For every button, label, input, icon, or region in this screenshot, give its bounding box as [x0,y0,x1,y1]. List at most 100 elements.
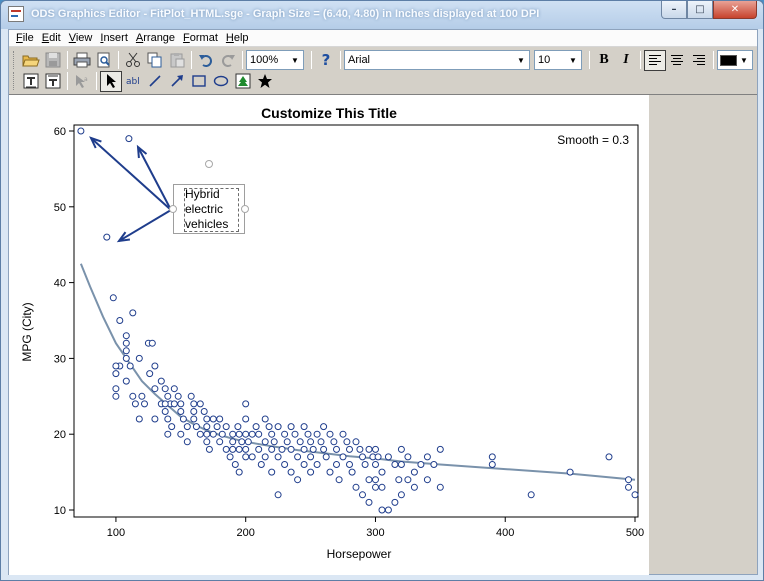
text-tool-icon[interactable]: abl [122,71,144,92]
app-icon[interactable] [8,6,24,22]
font-size-select[interactable]: 10 ▼ [534,50,582,70]
main-toolbar: 100% ▼ ? Arial ▼ 10 ▼ B I ▼ [9,48,757,72]
data-point [326,468,334,476]
menu-file[interactable]: File [12,32,38,44]
data-point [242,430,250,438]
maximize-button[interactable]: □ [687,1,713,19]
bold-button[interactable]: B [593,50,615,71]
image-tool-icon[interactable] [232,71,254,92]
data-point [131,400,139,408]
folder-open-icon[interactable] [20,50,42,71]
undo-icon[interactable] [195,50,217,71]
save-icon[interactable] [42,50,64,71]
app-window: ODS Graphics Editor - FitPlot_HTML.sge -… [0,0,764,581]
align-center-icon[interactable] [666,50,688,71]
workspace: 100 200 300 400 500 10 20 30 40 50 60 Customize Th… [9,94,757,575]
chevron-down-icon[interactable]: ▼ [736,51,752,69]
data-point [404,476,412,484]
x-tick-label: 500 [626,527,644,539]
data-point [348,468,356,476]
data-point [116,317,124,324]
italic-button[interactable]: I [615,50,637,71]
menu-view[interactable]: View [65,32,97,44]
resize-handle-right[interactable] [241,205,249,213]
menu-arrange[interactable]: Arrange [132,32,179,44]
data-point [216,415,224,423]
data-point [164,392,172,400]
data-point [103,233,111,241]
x-tick-label: 100 [107,527,125,539]
minimize-button[interactable]: – [661,1,687,19]
print-preview-icon[interactable] [93,50,115,71]
toolbar-separator [713,51,714,69]
chevron-down-icon[interactable]: ▼ [513,51,529,69]
text-color-select[interactable]: ▼ [717,50,753,70]
data-point [313,430,321,438]
pointer-tool-icon[interactable] [100,70,122,92]
select-annotation-icon[interactable]: a [71,71,93,92]
align-right-icon[interactable] [688,50,710,71]
help-button[interactable]: ? [315,50,337,71]
data-point [417,461,425,468]
menu-insert[interactable]: Insert [96,32,132,44]
data-point [161,385,169,393]
toolbar-grip[interactable] [13,51,16,69]
redo-icon[interactable] [217,50,239,71]
data-point [157,377,165,385]
toolbar-separator [311,51,312,69]
toolbar-grip[interactable] [13,72,16,90]
zoom-select[interactable]: 100% ▼ [246,50,304,70]
ellipse-tool-icon[interactable] [210,71,232,92]
menu-edit[interactable]: Edit [38,32,65,44]
align-left-icon[interactable] [644,49,666,71]
data-point [213,423,221,431]
star-tool-icon[interactable] [254,71,276,92]
data-point [242,453,250,461]
menu-help[interactable]: Help [222,32,253,44]
data-point [317,438,325,446]
y-tick-label: 10 [54,505,66,517]
print-icon[interactable] [71,50,93,71]
chart-title[interactable]: Customize This Title [9,105,649,121]
data-point [255,445,263,453]
annotation-text[interactable]: Hybrid electric vehicles [185,187,241,232]
data-point [333,461,340,468]
rectangle-tool-icon[interactable] [188,71,210,92]
copy-icon[interactable] [144,50,166,71]
title-bar[interactable]: ODS Graphics Editor - FitPlot_HTML.sge -… [1,1,763,29]
x-axis-label[interactable]: Horsepower [9,547,649,561]
plot-area[interactable]: 100 200 300 400 500 10 20 30 40 50 60 [9,95,649,575]
menu-format[interactable]: Format [179,32,222,44]
data-point [261,453,269,461]
data-point [209,430,217,438]
data-point [196,430,204,438]
data-point [372,461,379,468]
arrow-tool-icon[interactable] [166,71,188,92]
chevron-down-icon[interactable]: ▼ [287,51,303,69]
data-point [291,430,299,438]
font-family-value: Arial [348,54,371,66]
annotation-text-box[interactable]: Hybrid electric vehicles [173,184,245,234]
close-button[interactable]: ✕ [713,1,757,19]
line-tool-icon[interactable] [144,71,166,92]
toolbar-separator [96,72,97,90]
title-properties-icon[interactable] [42,71,64,92]
data-point [274,423,282,431]
data-point [423,476,431,484]
y-axis-label[interactable]: MPG (City) [20,302,34,362]
data-point [330,438,338,446]
data-point [346,461,353,468]
graph-properties-icon[interactable] [20,71,42,92]
toolbar-separator [191,51,192,69]
resize-handle-left[interactable] [169,205,177,213]
graph-canvas[interactable]: 100 200 300 400 500 10 20 30 40 50 60 Customize Th… [9,95,649,575]
font-family-select[interactable]: Arial ▼ [344,50,530,70]
toolbar-separator [640,51,641,69]
data-point [242,445,250,453]
chevron-down-icon[interactable]: ▼ [565,51,581,69]
paste-icon[interactable] [166,50,188,71]
data-point [287,468,295,476]
cut-icon[interactable] [122,50,144,71]
rotate-handle[interactable] [205,160,213,168]
client-area: File Edit View Insert Arrange Format Hel… [8,29,758,575]
